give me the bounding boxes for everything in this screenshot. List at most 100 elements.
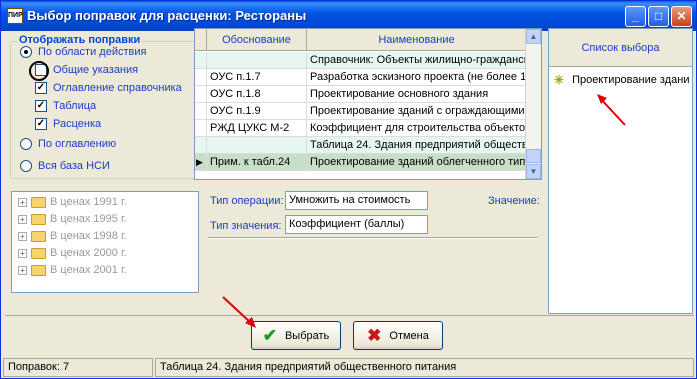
table-row[interactable]: ОУС п.1.8 Проектирование основного здани…: [195, 86, 527, 103]
row-basis: ОУС п.1.9: [207, 103, 307, 119]
tree-item-label: В ценах 1995 г.: [50, 213, 127, 225]
price-base-tree[interactable]: + В ценах 1991 г. + В ценах 1995 г. + В …: [11, 191, 199, 293]
folder-icon: [31, 196, 46, 208]
tree-item[interactable]: + В ценах 1995 г.: [18, 213, 127, 225]
asterisk-icon: ✳: [554, 73, 565, 87]
row-name: Разработка эскизного проекта (не более 1: [307, 69, 527, 85]
row-marker: [195, 137, 207, 153]
tree-item[interactable]: + В ценах 2000 г.: [18, 247, 127, 259]
option-by-contents[interactable]: По оглавлению: [20, 138, 116, 150]
maximize-button[interactable]: □: [648, 6, 669, 27]
title-bar[interactable]: ПИР Выбор поправок для расценки: Рестора…: [1, 1, 696, 31]
tree-item[interactable]: + В ценах 2001 г.: [18, 264, 127, 276]
row-name: Проектирование основного здания: [307, 86, 527, 102]
tree-item[interactable]: + В ценах 1998 г.: [18, 230, 127, 242]
option-rate[interactable]: ✓ Расценка: [35, 118, 101, 130]
selection-list[interactable]: Список выбора ✳ Проектирование здани: [548, 28, 693, 314]
window-title: Выбор поправок для расценки: Рестораны: [27, 8, 307, 23]
table-row[interactable]: Справочник: Объекты жилищно-гражданского: [195, 52, 527, 69]
grid-header: Обоснование Наименование: [195, 29, 527, 51]
row-marker: [195, 86, 207, 102]
details-separator: [208, 237, 538, 239]
table-row[interactable]: ОУС п.1.9 Проектирование зданий с огражд…: [195, 103, 527, 120]
group-title: Отображать поправки: [17, 34, 143, 46]
option-label: Общие указания: [53, 64, 139, 76]
list-item[interactable]: ✳ Проектирование здани: [554, 73, 689, 87]
app-icon: ПИР: [7, 8, 23, 24]
row-marker: [195, 120, 207, 136]
folder-icon: [31, 213, 46, 225]
row-basis: [207, 52, 307, 68]
folder-icon: [31, 247, 46, 259]
expand-icon[interactable]: +: [18, 265, 27, 275]
expand-icon[interactable]: +: [18, 197, 27, 207]
annotation-arrow-right-panel: [597, 94, 626, 126]
column-marker[interactable]: [195, 29, 207, 50]
row-name: Проектирование зданий с ограждающими: [307, 103, 527, 119]
row-marker: ▶: [195, 154, 207, 170]
row-marker: [195, 69, 207, 85]
button-bar: [5, 315, 694, 355]
table-row-selected[interactable]: ▶ Прим. к табл.24 Проектирование зданий …: [195, 154, 527, 171]
grid-vertical-scrollbar[interactable]: ▲ ▼: [525, 29, 541, 179]
column-name[interactable]: Наименование: [307, 29, 527, 50]
row-basis: ОУС п.1.7: [207, 69, 307, 85]
tree-item-label: В ценах 2000 г.: [50, 247, 127, 259]
row-name: Таблица 24. Здания предприятий обществен…: [307, 137, 527, 153]
cancel-button[interactable]: ✖ Отмена: [353, 321, 443, 350]
tree-item-label: В ценах 2001 г.: [50, 264, 127, 276]
corrections-grid[interactable]: Обоснование Наименование Справочник: Объ…: [194, 28, 542, 180]
minimize-button[interactable]: _: [625, 6, 646, 27]
expand-icon[interactable]: +: [18, 231, 27, 241]
folder-icon: [31, 264, 46, 276]
radio-by-scope[interactable]: [20, 46, 32, 58]
row-marker: [195, 103, 207, 119]
option-label: Вся база НСИ: [38, 160, 110, 172]
selection-list-header: Список выбора: [549, 29, 692, 67]
checkbox-table[interactable]: ✓: [35, 100, 47, 112]
row-name: Коэффициент для строительства объектов: [307, 120, 527, 136]
checkbox-rate[interactable]: ✓: [35, 118, 47, 130]
row-name: Справочник: Объекты жилищно-гражданского: [307, 52, 527, 68]
annotation-arrow-select-button: [222, 296, 256, 328]
radio-by-contents[interactable]: [20, 138, 32, 150]
row-basis: РЖД ЦУКС М-2: [207, 120, 307, 136]
scroll-thumb[interactable]: [526, 149, 541, 163]
list-item-label: Проектирование здани: [572, 74, 690, 86]
radio-all-base[interactable]: [20, 160, 32, 172]
option-table[interactable]: ✓ Таблица: [35, 100, 96, 112]
row-marker: [195, 52, 207, 68]
dialog-window: ПИР Выбор поправок для расценки: Рестора…: [0, 0, 697, 379]
scroll-down-icon[interactable]: ▼: [526, 164, 541, 179]
tree-item[interactable]: + В ценах 1991 г.: [18, 196, 127, 208]
table-row[interactable]: РЖД ЦУКС М-2 Коэффициент для строительст…: [195, 120, 527, 137]
close-button[interactable]: ✕: [671, 6, 692, 27]
operation-type-label: Тип операции:: [210, 195, 284, 207]
select-button[interactable]: ✔ Выбрать: [251, 321, 341, 350]
tree-item-label: В ценах 1998 г.: [50, 230, 127, 242]
value-type-label: Тип значения:: [210, 220, 282, 232]
table-row[interactable]: ОУС п.1.7 Разработка эскизного проекта (…: [195, 69, 527, 86]
option-label: По области действия: [38, 46, 147, 58]
option-all-base[interactable]: Вся база НСИ: [20, 160, 110, 172]
option-general-instructions[interactable]: Общие указания: [35, 64, 138, 76]
expand-icon[interactable]: +: [18, 214, 27, 224]
select-button-label: Выбрать: [284, 329, 330, 342]
column-basis[interactable]: Обоснование: [207, 29, 307, 50]
operation-type-field[interactable]: Умножить на стоимость: [285, 191, 428, 210]
value-type-field[interactable]: Коэффициент (баллы): [285, 215, 428, 234]
expand-icon[interactable]: +: [18, 248, 27, 258]
scroll-up-icon[interactable]: ▲: [526, 29, 541, 44]
row-basis: ОУС п.1.8: [207, 86, 307, 102]
option-by-scope[interactable]: По области действия: [20, 46, 146, 58]
option-label: Таблица: [53, 100, 97, 112]
option-reference-contents[interactable]: ✓ Оглавление справочника: [35, 82, 182, 94]
annotation-circle: [29, 61, 49, 81]
option-label: Расценка: [53, 118, 102, 130]
status-count: Поправок: 7: [3, 358, 153, 377]
row-basis: [207, 137, 307, 153]
value-label: Значение:: [488, 195, 540, 207]
option-label: По оглавлению: [38, 138, 117, 150]
checkbox-reference-contents[interactable]: ✓: [35, 82, 47, 94]
table-row[interactable]: Таблица 24. Здания предприятий обществен…: [195, 137, 527, 154]
